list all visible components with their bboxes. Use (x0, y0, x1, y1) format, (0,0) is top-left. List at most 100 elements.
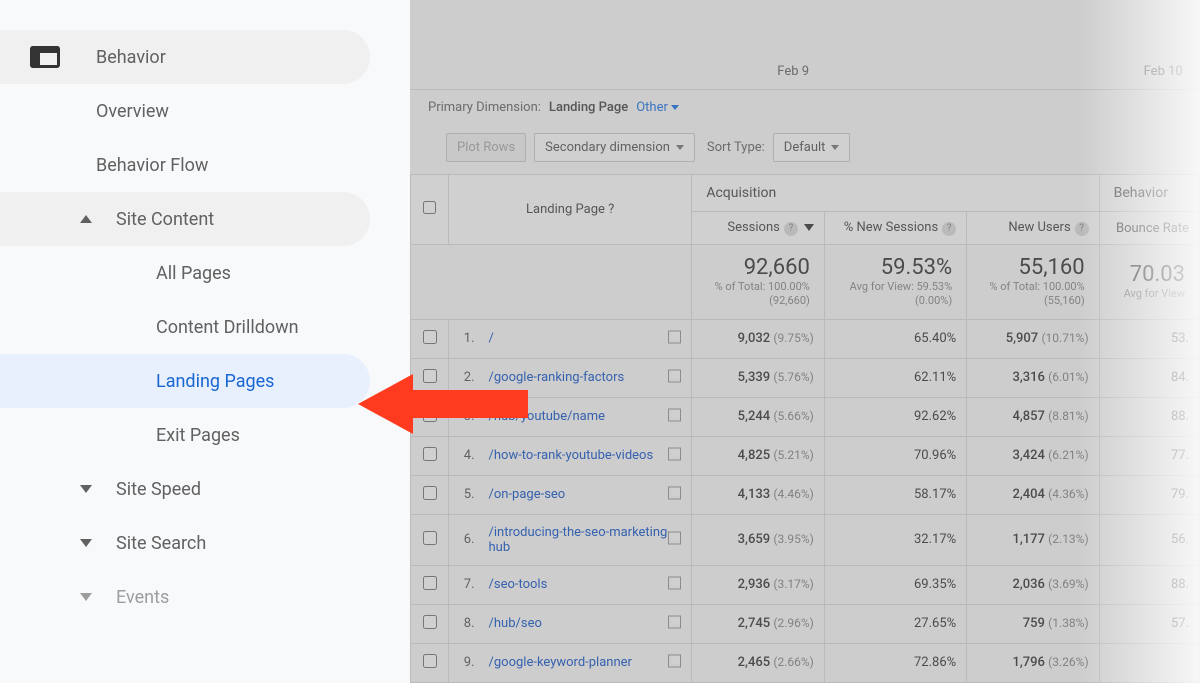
row-new-users: 2,036 (3.69%) (967, 565, 1100, 604)
row-new-sessions: 72.86% (824, 643, 966, 682)
row-checkbox[interactable] (423, 486, 437, 500)
summary-row: 92,660 % of Total: 100.00% (92,660) 59.5… (411, 245, 1200, 320)
col-new-users[interactable]: New Users? (967, 212, 1100, 245)
plot-rows-button[interactable]: Plot Rows (446, 133, 526, 162)
row-new-sessions: 58.17% (824, 475, 966, 514)
col-landing-page[interactable]: Landing Page ? (449, 175, 692, 245)
row-checkbox[interactable] (423, 615, 437, 629)
table-row: 8./hub/seo2,745 (2.96%)27.65%759 (1.38%)… (411, 604, 1200, 643)
row-sessions: 2,745 (2.96%) (692, 604, 825, 643)
secondary-dimension-label: Secondary dimension (545, 140, 670, 155)
help-icon[interactable]: ? (942, 222, 956, 236)
row-path[interactable]: /how-to-rank-youtube-videos (479, 436, 692, 475)
row-checkbox[interactable] (423, 576, 437, 590)
external-link-icon[interactable] (668, 615, 681, 632)
row-path[interactable]: /introducing-the-seo-marketing-hub (479, 514, 692, 565)
external-link-icon[interactable] (668, 330, 681, 347)
sidebar-item-label: Landing Pages (156, 371, 274, 392)
chart-date: Feb 9 (777, 64, 809, 79)
col-bounce-rate[interactable]: Bounce Rate (1099, 212, 1199, 245)
external-link-icon[interactable] (668, 486, 681, 503)
row-path[interactable]: /google-keyword-planner (479, 643, 692, 682)
external-link-icon[interactable] (668, 576, 681, 593)
row-new-users: 4,857 (8.81%) (967, 397, 1100, 436)
sort-type-button[interactable]: Default (773, 133, 851, 162)
row-bounce: 79. (1099, 475, 1199, 514)
sidebar-item-site-content[interactable]: Site Content (0, 192, 370, 246)
sidebar-item-events[interactable]: Events (0, 570, 370, 624)
row-new-users: 3,424 (6.21%) (967, 436, 1100, 475)
sidebar-item-label: Behavior Flow (96, 155, 208, 176)
row-new-users: 1,796 (3.26%) (967, 643, 1100, 682)
row-sessions: 5,339 (5.76%) (692, 358, 825, 397)
help-icon[interactable]: ? (1075, 222, 1089, 236)
row-new-users: 3,316 (6.01%) (967, 358, 1100, 397)
sidebar-item-all-pages[interactable]: All Pages (0, 246, 370, 300)
main-content: Feb 9 Feb 10 Primary Dimension: Landing … (410, 0, 1200, 683)
sidebar-item-behavior[interactable]: Behavior (0, 30, 370, 84)
col-group-behavior: Behavior (1099, 175, 1199, 212)
sidebar-item-label: Exit Pages (156, 425, 240, 446)
row-sessions: 3,659 (3.95%) (692, 514, 825, 565)
col-sessions[interactable]: Sessions? (692, 212, 825, 245)
chart-date: Feb 10 (1144, 64, 1183, 79)
sidebar-item-label: Site Speed (116, 479, 201, 500)
row-bounce: 77. (1099, 436, 1199, 475)
sidebar-item-behavior-flow[interactable]: Behavior Flow (0, 138, 370, 192)
sidebar-item-content-drilldown[interactable]: Content Drilldown (0, 300, 370, 354)
data-table: Landing Page ? Acquisition Behavior Sess… (410, 174, 1200, 683)
chevron-down-icon (831, 145, 839, 150)
row-new-users: 2,404 (4.36%) (967, 475, 1100, 514)
row-path[interactable]: /on-page-seo (479, 475, 692, 514)
row-checkbox[interactable] (423, 330, 437, 344)
sidebar-item-site-search[interactable]: Site Search (0, 516, 370, 570)
row-index: 7. (449, 565, 479, 604)
row-new-sessions: 27.65% (824, 604, 966, 643)
select-all-checkbox[interactable] (423, 201, 436, 214)
external-link-icon[interactable] (668, 654, 681, 671)
row-sessions: 2,936 (3.17%) (692, 565, 825, 604)
sidebar-item-exit-pages[interactable]: Exit Pages (0, 408, 370, 462)
row-path[interactable]: /hub/seo (479, 604, 692, 643)
primary-dimension-other[interactable]: Other (636, 100, 679, 115)
row-bounce: 88. (1099, 565, 1199, 604)
row-new-users: 759 (1.38%) (967, 604, 1100, 643)
external-link-icon[interactable] (668, 369, 681, 386)
external-link-icon[interactable] (668, 408, 681, 425)
sidebar-item-overview[interactable]: Overview (0, 84, 370, 138)
row-sessions: 5,244 (5.66%) (692, 397, 825, 436)
sidebar-item-label: Site Search (116, 533, 206, 554)
row-path[interactable]: / (479, 319, 692, 358)
summary-bounce-rate: 70.03 Avg for View (1099, 245, 1199, 320)
row-index: 6. (449, 514, 479, 565)
annotation-arrow (358, 374, 528, 434)
sidebar-item-label: Behavior (96, 47, 166, 68)
row-index: 1. (449, 319, 479, 358)
help-icon[interactable]: ? (784, 222, 798, 236)
row-sessions: 4,133 (4.46%) (692, 475, 825, 514)
row-bounce: 88. (1099, 397, 1199, 436)
col-new-sessions[interactable]: % New Sessions? (824, 212, 966, 245)
row-checkbox[interactable] (423, 447, 437, 461)
external-link-icon[interactable] (668, 531, 681, 548)
external-link-icon[interactable] (668, 447, 681, 464)
summary-sessions: 92,660 % of Total: 100.00% (92,660) (692, 245, 825, 320)
row-new-sessions: 70.96% (824, 436, 966, 475)
row-path[interactable]: /seo-tools (479, 565, 692, 604)
sidebar: Behavior Overview Behavior Flow Site Con… (0, 0, 410, 683)
row-checkbox[interactable] (423, 654, 437, 668)
chevron-down-icon (676, 145, 684, 150)
secondary-dimension-button[interactable]: Secondary dimension (534, 133, 695, 162)
sidebar-item-label: Events (116, 587, 169, 608)
help-icon[interactable]: ? (608, 202, 614, 217)
row-checkbox[interactable] (423, 531, 437, 545)
table-controls: Primary Dimension: Landing Page Other Pl… (410, 90, 1200, 162)
caret-down-icon (80, 485, 92, 493)
sidebar-item-landing-pages[interactable]: Landing Pages (0, 354, 370, 408)
behavior-icon (30, 46, 60, 68)
row-new-users: 1,177 (2.13%) (967, 514, 1100, 565)
row-bounce: 56. (1099, 514, 1199, 565)
sidebar-item-site-speed[interactable]: Site Speed (0, 462, 370, 516)
primary-dimension-value[interactable]: Landing Page (549, 100, 628, 115)
sidebar-item-label: Overview (96, 101, 169, 122)
